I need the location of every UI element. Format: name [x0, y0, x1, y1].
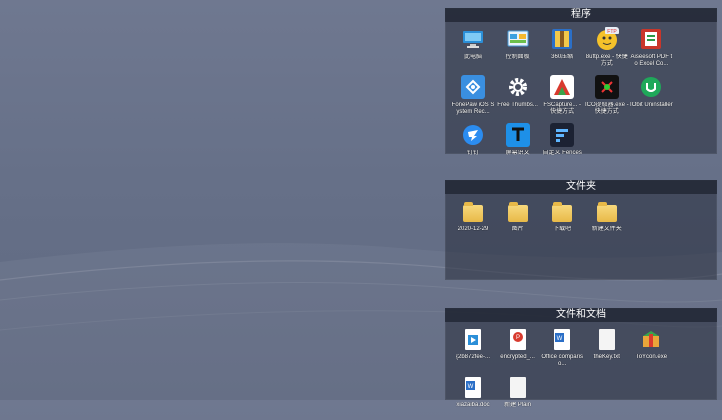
- pdf-file-icon: P: [506, 327, 530, 351]
- shortcut-label: Aiseesoft PDF to Excel Co...: [630, 54, 673, 67]
- dingtalk-icon: [461, 123, 485, 147]
- folder-icon: [550, 199, 574, 223]
- fence-title[interactable]: 文件夹: [445, 180, 717, 194]
- desktop-shortcut-aiseesoft[interactable]: Aiseesoft PDF to Excel Co...: [629, 24, 673, 72]
- fscapture-icon: [550, 75, 575, 99]
- file-label: encrypted_...: [500, 354, 535, 360]
- pdf-excel-icon: [639, 27, 663, 51]
- shortcut-label: ICO提取器.exe - 快捷方式: [584, 102, 629, 115]
- shortcut-label: 屏幕识文: [505, 150, 530, 156]
- fence-title[interactable]: 文件和文档: [445, 308, 717, 322]
- desktop-shortcut-dingtalk[interactable]: 钉钉: [451, 120, 495, 168]
- shortcut-label: 控制面板: [505, 54, 530, 60]
- shortcut-label: 此电脑: [463, 54, 482, 60]
- folder-icon: [595, 199, 619, 223]
- shortcut-label: FSCapture... - 快捷方式: [543, 102, 582, 115]
- desktop-shortcut-free-thumbs[interactable]: Free Thumbs...: [496, 72, 540, 120]
- file-label: theKey.txt: [593, 354, 620, 360]
- folder-item[interactable]: 下载吧: [540, 196, 584, 244]
- folder-icon: [461, 199, 485, 223]
- file-item[interactable]: W Office compariso...: [540, 324, 584, 372]
- archive-360-icon: [550, 27, 574, 51]
- folder-item[interactable]: 新建文件夹: [585, 196, 629, 244]
- file-label: Office compariso...: [541, 354, 583, 367]
- desktop-shortcut-fonepaw[interactable]: FonePaw iOS System Rec...: [451, 72, 495, 120]
- folder-label: 2020-12-29: [457, 226, 489, 232]
- svg-text:W: W: [468, 384, 474, 390]
- fence-documents-body: {2b872fee-... P encrypted_... W Office c…: [445, 322, 717, 420]
- folder-item[interactable]: 2020-12-29: [451, 196, 495, 244]
- control-panel-icon: [506, 27, 530, 51]
- file-item[interactable]: theKey.txt: [585, 324, 629, 372]
- desktop-shortcut-screen-text[interactable]: 屏幕识文: [496, 120, 540, 168]
- text-file-icon: [595, 327, 619, 351]
- shortcut-label: Free Thumbs...: [497, 102, 538, 108]
- media-file-icon: [461, 327, 485, 351]
- file-label: 新建 Plain: [504, 402, 532, 408]
- toycon-icon: [639, 327, 663, 351]
- desktop-shortcut-fences[interactable]: 自定义 Fences: [540, 120, 584, 168]
- folder-label: 下载吧: [553, 226, 572, 232]
- fence-programs-body: 此电脑 控制面板 360压缩 FTP 8uftp.exe - 快捷方式 Aise…: [445, 22, 717, 168]
- desktop-shortcut-8uftp[interactable]: FTP 8uftp.exe - 快捷方式: [585, 24, 629, 72]
- desktop-shortcut-this-pc[interactable]: 此电脑: [451, 24, 495, 72]
- file-item[interactable]: P encrypted_...: [496, 324, 540, 372]
- svg-text:FTP: FTP: [607, 29, 617, 35]
- shortcut-label: 360压缩: [551, 54, 574, 60]
- svg-text:W: W: [557, 336, 563, 342]
- desktop-shortcut-ico-extractor[interactable]: ICO提取器.exe - 快捷方式: [585, 72, 629, 120]
- fence-folders-body: 2020-12-29 图片 下载吧 新建文件夹: [445, 194, 717, 244]
- file-item[interactable]: ToYcon.exe: [629, 324, 673, 372]
- desktop-shortcut-fscapture[interactable]: FSCapture... - 快捷方式: [540, 72, 584, 120]
- fence-folders[interactable]: 文件夹 2020-12-29 图片 下载吧 新建文件夹: [445, 180, 717, 280]
- text-file-icon: [506, 375, 530, 399]
- shortcut-label: 自定义 Fences: [542, 150, 582, 156]
- screen-text-icon: [505, 123, 530, 147]
- file-item[interactable]: 新建 Plain: [496, 372, 540, 420]
- computer-icon: [461, 27, 485, 51]
- file-item[interactable]: W xiazaiba.doc: [451, 372, 495, 420]
- file-label: xiazaiba.doc: [456, 402, 490, 408]
- desktop-shortcut-control-panel[interactable]: 控制面板: [496, 24, 540, 72]
- word-doc-icon: W: [461, 375, 485, 399]
- fence-programs[interactable]: 程序 此电脑 控制面板 360压缩 FTP 8uftp.exe - 快捷方式 A…: [445, 8, 717, 156]
- gear-icon: [506, 75, 530, 99]
- fence-title[interactable]: 程序: [445, 8, 717, 22]
- shortcut-label: 钉钉: [466, 150, 479, 156]
- folder-label: 图片: [511, 226, 524, 232]
- fonepaw-icon: [461, 75, 485, 99]
- folder-icon: [506, 199, 530, 223]
- word-doc-icon: W: [550, 327, 574, 351]
- fence-documents[interactable]: 文件和文档 {2b872fee-... P encrypted_... W Of…: [445, 308, 717, 408]
- iobit-icon: [639, 75, 663, 99]
- folder-label: 新建文件夹: [591, 226, 622, 232]
- desktop-shortcut-iobit-uninstaller[interactable]: IObit Uninstaller: [629, 72, 673, 120]
- ico-extractor-icon: [594, 75, 619, 99]
- svg-text:P: P: [516, 335, 520, 341]
- folder-item[interactable]: 图片: [496, 196, 540, 244]
- ftp-icon: FTP: [595, 27, 619, 51]
- desktop-shortcut-360zip[interactable]: 360压缩: [540, 24, 584, 72]
- shortcut-label: IObit Uninstaller: [630, 102, 673, 108]
- shortcut-label: FonePaw iOS System Rec...: [451, 102, 495, 115]
- file-label: {2b872fee-...: [455, 354, 491, 360]
- shortcut-label: 8uftp.exe - 快捷方式: [585, 54, 628, 67]
- file-label: ToYcon.exe: [635, 354, 668, 360]
- fences-icon: [550, 123, 575, 147]
- file-item[interactable]: {2b872fee-...: [451, 324, 495, 372]
